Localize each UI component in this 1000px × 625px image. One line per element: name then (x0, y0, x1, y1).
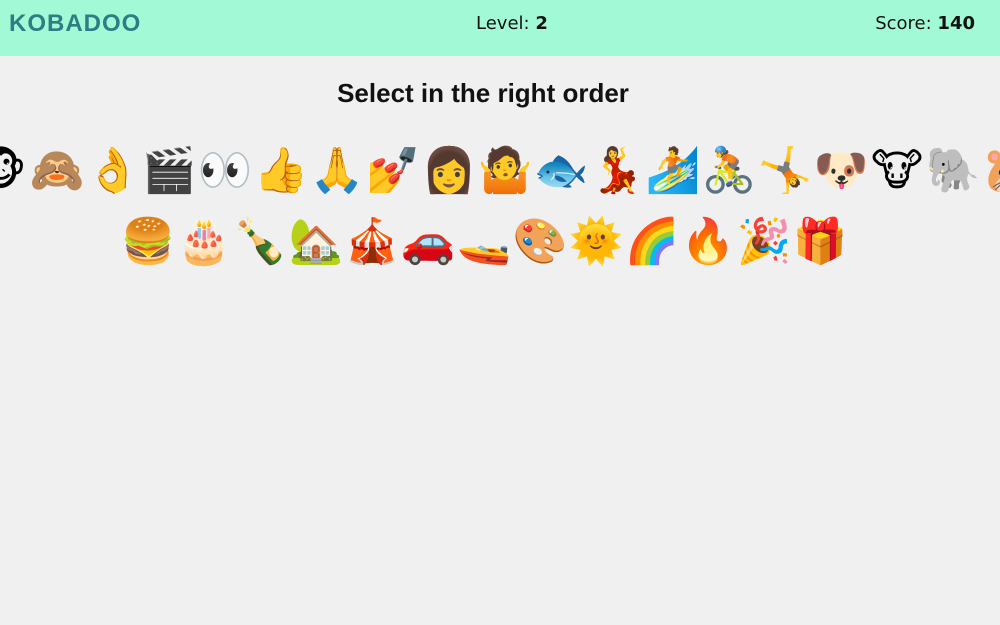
level-value: 2 (535, 13, 548, 34)
emoji-woman-dancing[interactable]: 💃 (589, 141, 645, 201)
emoji-dog-face[interactable]: 🐶 (813, 141, 869, 201)
emoji-wrapped-gift[interactable]: 🎁 (792, 212, 848, 272)
score-display: Score: 140 (875, 0, 975, 48)
emoji-champagne[interactable]: 🍾 (232, 212, 288, 272)
emoji-eyes[interactable]: 👀 (197, 141, 253, 201)
emoji-thumbs-up[interactable]: 👍 (253, 141, 309, 201)
emoji-ok-hand[interactable]: 👌 (85, 141, 141, 201)
emoji-row-2: 🍔 🎂 🍾 🏡 🎪 🚗 🚤 🎨 🌞 🌈 🔥 🎉 🎁 (0, 212, 1000, 272)
emoji-cow-face[interactable]: 🐮 (869, 141, 925, 201)
emoji-elephant[interactable]: 🐘 (925, 141, 981, 201)
emoji-rainbow[interactable]: 🌈 (624, 212, 680, 272)
score-label: Score: (875, 13, 932, 34)
emoji-house-with-garden[interactable]: 🏡 (288, 212, 344, 272)
emoji-sun-with-face[interactable]: 🌞 (568, 212, 624, 272)
emoji-person-shrugging[interactable]: 🤷 (477, 141, 533, 201)
emoji-woman[interactable]: 👩 (421, 141, 477, 201)
emoji-artist-palette[interactable]: 🎨 (512, 212, 568, 272)
instruction-text: Select in the right order (337, 78, 629, 108)
emoji-hamster[interactable]: 🐹 (981, 141, 1000, 201)
emoji-row-1: 🐵🙈👌🎬👀👍🙏💅👩🤷🐟💃🏄🚴🤸🐶🐮🐘🐹 (0, 141, 1000, 201)
emoji-birthday-cake[interactable]: 🎂 (176, 212, 232, 272)
emoji-folded-hands[interactable]: 🙏 (309, 141, 365, 201)
emoji-hamburger[interactable]: 🍔 (120, 212, 176, 272)
emoji-fish[interactable]: 🐟 (533, 141, 589, 201)
level-label: Level: (476, 13, 530, 34)
emoji-see-no-evil-monkey[interactable]: 🙈 (29, 141, 85, 201)
emoji-circus-tent[interactable]: 🎪 (344, 212, 400, 272)
emoji-person-surfing[interactable]: 🏄 (645, 141, 701, 201)
score-value: 140 (937, 13, 975, 34)
app-logo[interactable]: KOBADOO (9, 0, 141, 48)
emoji-party-popper[interactable]: 🎉 (736, 212, 792, 272)
level-display: Level: 2 (476, 0, 548, 48)
emoji-speedboat[interactable]: 🚤 (456, 212, 512, 272)
emoji-automobile[interactable]: 🚗 (400, 212, 456, 272)
top-bar: KOBADOO Level: 2 Score: 140 (0, 0, 1000, 56)
emoji-nail-polish[interactable]: 💅 (365, 141, 421, 201)
emoji-fire[interactable]: 🔥 (680, 212, 736, 272)
emoji-monkey[interactable]: 🐵 (0, 141, 29, 201)
emoji-clapper-board[interactable]: 🎬 (141, 141, 197, 201)
emoji-person-biking[interactable]: 🚴 (701, 141, 757, 201)
emoji-person-cartwheeling[interactable]: 🤸 (757, 141, 813, 201)
